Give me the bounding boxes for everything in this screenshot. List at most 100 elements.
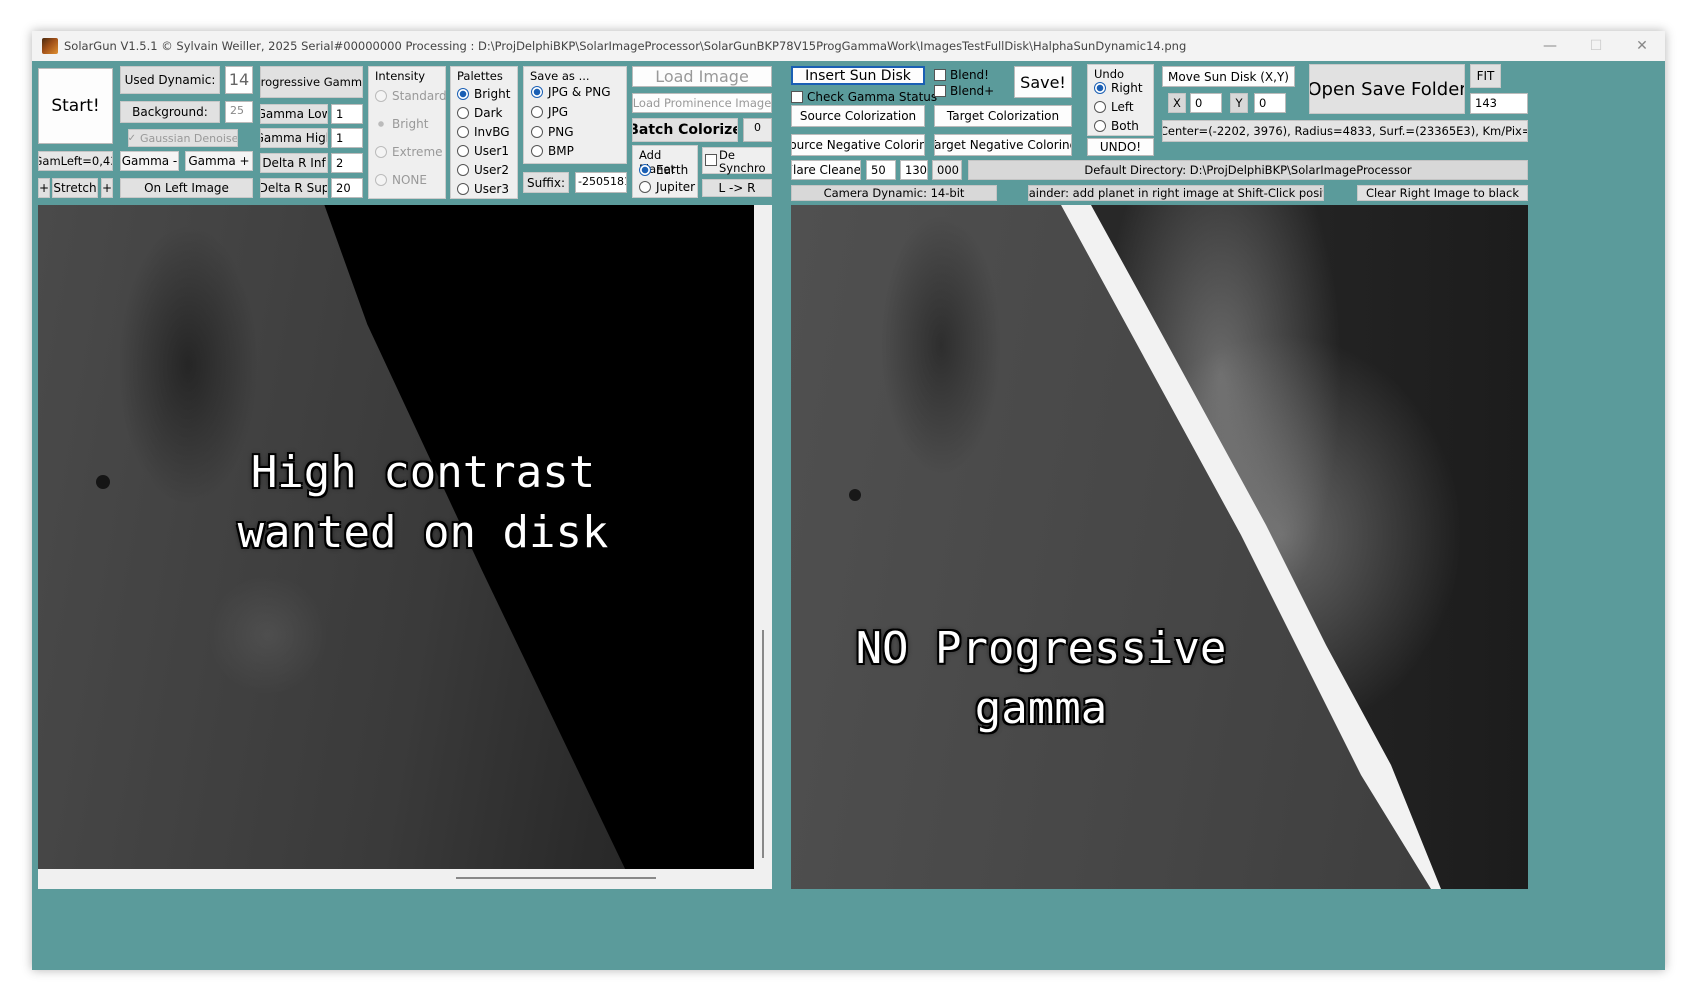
load-prominence-button[interactable]: Load Prominence Image — [632, 93, 772, 113]
delta-r-sup-button[interactable]: Delta R Sup — [260, 178, 328, 198]
batch-count-field: 0 — [743, 118, 772, 142]
palette-dark-radio[interactable]: Dark — [457, 106, 502, 120]
planet-jupiter-radio[interactable]: Jupiter — [639, 180, 695, 194]
delta-r-inf-input[interactable]: 2 — [331, 153, 363, 173]
palette-invbg-radio[interactable]: InvBG — [457, 125, 510, 139]
check-gamma-status-checkbox[interactable]: Check Gamma Status — [791, 90, 937, 104]
gamma-low-input[interactable]: 1 — [331, 104, 363, 124]
target-colorization-button[interactable]: Target Colorization — [934, 105, 1072, 127]
check-icon: ✓ — [128, 132, 136, 144]
flare-cleaner-button[interactable]: Flare Cleaner — [791, 160, 861, 180]
undo-button[interactable]: UNDO! — [1087, 138, 1154, 156]
save-jpg-radio[interactable]: JPG — [531, 105, 568, 119]
source-colorization-button[interactable]: Source Colorization — [791, 105, 925, 127]
intensity-standard-radio[interactable]: Standard — [375, 89, 447, 103]
stretch-minus-button[interactable]: + — [38, 178, 50, 198]
default-directory-label: Default Directory: D:\ProjDelphiBKP\Sola… — [968, 160, 1528, 180]
palette-bright-radio[interactable]: Bright — [457, 87, 510, 101]
undo-both-radio[interactable]: Both — [1094, 119, 1139, 133]
l-to-r-button[interactable]: L -> R — [702, 179, 772, 197]
flare-value-1-input[interactable]: 50 — [866, 160, 896, 180]
disk-info-label: Disk: Center=(-2202, 3976), Radius=4833,… — [1162, 120, 1528, 142]
source-negative-coloring-button[interactable]: Source Negative Coloring — [791, 134, 925, 156]
horizontal-scrollbar-thumb[interactable] — [456, 877, 656, 879]
y-label: Y — [1230, 93, 1248, 113]
y-input[interactable]: 0 — [1254, 93, 1286, 113]
target-negative-coloring-button[interactable]: Target Negative Coloring — [934, 134, 1072, 156]
left-image-panel[interactable]: High contrast wanted on disk — [38, 205, 772, 889]
load-image-button[interactable]: Load Image — [632, 66, 772, 87]
camera-dynamic-label: Camera Dynamic: 14-bit — [791, 185, 997, 201]
gamleft-label: GamLeft=0,43 — [38, 151, 113, 171]
gamma-high-button[interactable]: Gamma High — [260, 128, 328, 148]
undo-group: Undo Right Left Both — [1087, 64, 1154, 136]
delta-r-inf-button[interactable]: Delta R Inf — [260, 153, 328, 173]
palette-user1-radio[interactable]: User1 — [457, 144, 509, 158]
right-sunspot — [849, 489, 861, 501]
save-as-title: Save as ... — [530, 69, 590, 83]
gamma-low-button[interactable]: Gamma Low — [260, 104, 328, 124]
left-overlay-text: High contrast wanted on disk — [237, 447, 609, 558]
clear-right-image-button[interactable]: Clear Right Image to black — [1357, 185, 1528, 201]
undo-left-radio[interactable]: Left — [1094, 100, 1134, 114]
intensity-bright-radio[interactable]: Bright — [375, 117, 428, 131]
suffix-input[interactable]: -2505181 — [575, 172, 627, 193]
stretch-button[interactable]: Stretch — [52, 178, 98, 198]
used-dynamic-input[interactable]: 14 — [225, 66, 253, 94]
batch-colorize-button[interactable]: Batch Colorize — [632, 118, 738, 142]
flare-value-3-field: 000 — [932, 160, 962, 180]
start-button[interactable]: Start! — [38, 68, 113, 144]
background-button[interactable]: Background: — [120, 101, 220, 123]
background-input[interactable]: 25 — [225, 101, 253, 123]
open-save-folder-button[interactable]: Open Save Folder — [1309, 64, 1465, 114]
move-sun-disk-button[interactable]: Move Sun Disk (X,Y) — [1162, 66, 1295, 87]
palettes-group: Palettes Bright Dark InvBG User1 User2 U… — [450, 66, 518, 199]
left-solar-image[interactable]: High contrast wanted on disk — [38, 205, 754, 869]
suffix-label: Suffix: — [523, 172, 569, 193]
save-bmp-radio[interactable]: BMP — [531, 144, 574, 158]
intensity-extreme-radio[interactable]: Extreme — [375, 145, 443, 159]
gamma-plus-button[interactable]: Gamma + — [185, 151, 253, 171]
progressive-gamma-button[interactable]: Progressive Gamma — [260, 66, 363, 98]
minimize-icon[interactable]: — — [1527, 31, 1573, 61]
save-button[interactable]: Save! — [1014, 66, 1072, 98]
vertical-scrollbar-thumb[interactable] — [762, 630, 764, 858]
fit-value-input[interactable]: 143 — [1470, 93, 1528, 114]
delta-r-sup-input[interactable]: 20 — [331, 178, 363, 198]
app-window: SolarGun V1.5.1 © Sylvain Weiller, 2025 … — [32, 31, 1665, 970]
gamma-high-input[interactable]: 1 — [331, 128, 363, 148]
undo-right-radio[interactable]: Right — [1094, 81, 1143, 95]
x-label: X — [1168, 93, 1186, 113]
undo-title: Undo — [1094, 67, 1125, 81]
palette-user3-radio[interactable]: User3 — [457, 182, 509, 196]
intensity-group: Intensity Standard Bright Extreme NONE — [368, 66, 447, 199]
flare-value-2-input[interactable]: 130 — [900, 160, 928, 180]
planet-earth-radio[interactable]: Earth — [639, 163, 688, 177]
save-as-group: Save as ... JPG & PNG JPG PNG BMP — [523, 66, 627, 164]
blend-plus-checkbox[interactable]: Blend+ — [934, 84, 994, 98]
used-dynamic-button[interactable]: Used Dynamic: — [120, 66, 220, 94]
add-planet-group: Add Planet Earth Jupiter — [632, 145, 698, 198]
de-synchro-label: De Synchro — [719, 148, 766, 175]
save-jpg-png-radio[interactable]: JPG & PNG — [531, 85, 611, 99]
right-image-panel[interactable]: NO Progressive gamma — [791, 205, 1528, 889]
de-synchro-group: De Synchro — [702, 147, 772, 174]
x-input[interactable]: 0 — [1190, 93, 1222, 113]
blend-checkbox[interactable]: Blend! — [934, 68, 989, 82]
insert-sun-disk-button[interactable]: Insert Sun Disk — [791, 66, 925, 85]
close-icon[interactable]: ✕ — [1619, 31, 1665, 61]
title-bar: SolarGun V1.5.1 © Sylvain Weiller, 2025 … — [32, 31, 1665, 61]
intensity-title: Intensity — [375, 69, 426, 83]
fit-button[interactable]: FIT — [1470, 64, 1501, 88]
maximize-icon[interactable]: ☐ — [1573, 31, 1619, 61]
intensity-none-radio[interactable]: NONE — [375, 173, 427, 187]
palette-user2-radio[interactable]: User2 — [457, 163, 509, 177]
save-png-radio[interactable]: PNG — [531, 125, 574, 139]
sunspot — [96, 475, 110, 489]
right-overlay-text: NO Progressive gamma — [855, 623, 1227, 734]
gaussian-denoise-checkbox[interactable]: ✓ Gaussian Denoise — [128, 129, 238, 147]
stretch-plus-button[interactable]: + — [101, 178, 113, 198]
gamma-minus-button[interactable]: Gamma - — [120, 151, 179, 171]
reminder-label: Remainder: add planet in right image at … — [1028, 185, 1324, 201]
on-left-image-button[interactable]: On Left Image — [120, 178, 253, 198]
